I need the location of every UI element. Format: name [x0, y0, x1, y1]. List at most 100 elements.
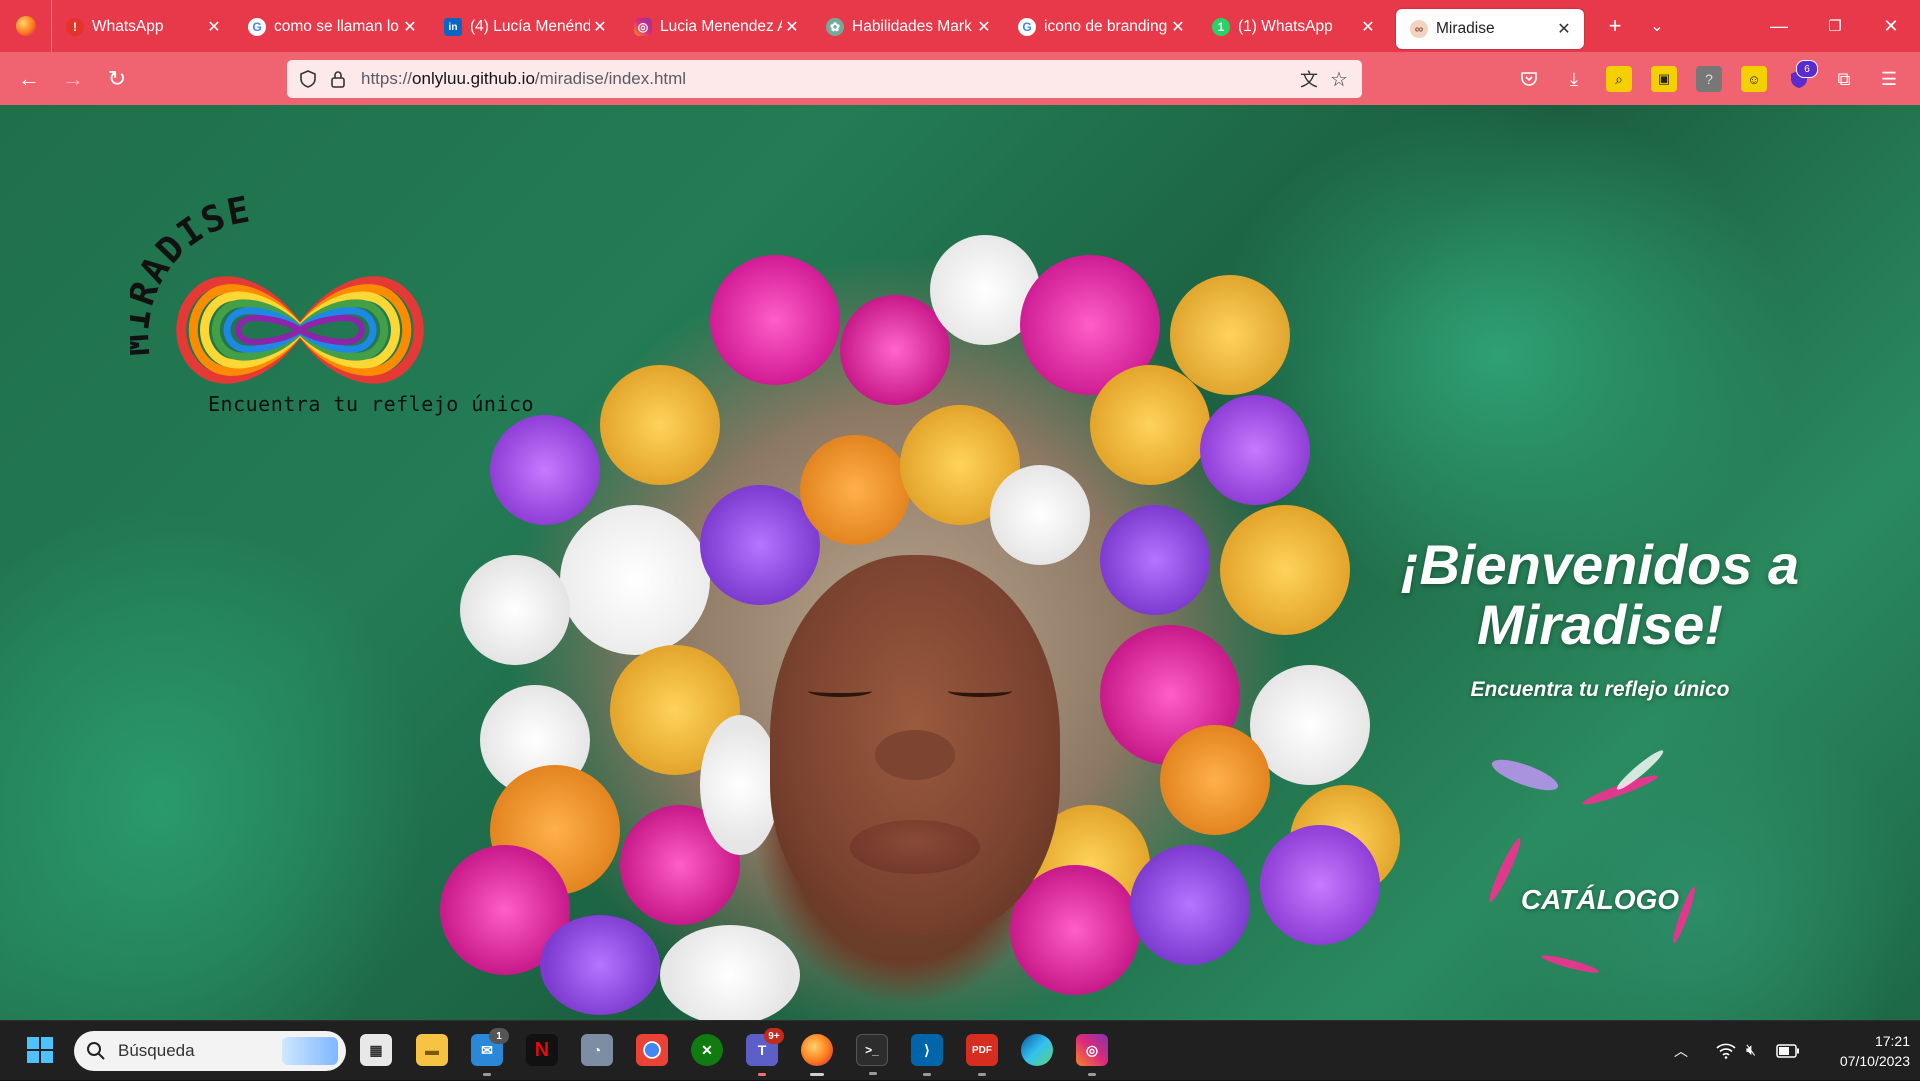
tab-whatsapp[interactable]: ! WhatsApp ✕: [52, 7, 234, 47]
google-icon: G: [1018, 18, 1036, 36]
edge-icon[interactable]: [1021, 1034, 1053, 1066]
lock-icon[interactable]: [323, 70, 353, 88]
google-icon: G: [248, 18, 266, 36]
windows-taskbar: Búsqueda ▦ ▬ ✉ 1 N ◔ ✕ T 9+ >_ ⟩ PDF ◎ ︿ 🔇…: [0, 1020, 1920, 1080]
back-arrow-icon[interactable]: ←: [10, 60, 48, 98]
linkedin-icon: in: [444, 18, 462, 36]
close-window-icon[interactable]: ✕: [1862, 0, 1920, 52]
app-icon[interactable]: ◔: [581, 1034, 613, 1066]
tab-instagram[interactable]: ◎ Lucia Menendez A ✕: [620, 7, 812, 47]
tab-linkedin[interactable]: in (4) Lucía Menénde ✕: [430, 7, 620, 47]
extension-shield-icon[interactable]: 6: [1786, 60, 1818, 92]
url-text[interactable]: https://onlyluu.github.io/miradise/index…: [361, 69, 1294, 89]
windows-start-icon[interactable]: [24, 1034, 56, 1066]
tab-close-icon[interactable]: ✕: [974, 17, 994, 37]
new-tab-icon[interactable]: +: [1594, 6, 1636, 46]
tab-close-icon[interactable]: ✕: [782, 17, 802, 37]
decorative-swoosh: [1488, 753, 1562, 797]
minimize-icon[interactable]: ―: [1750, 0, 1808, 52]
url-scheme: https://: [361, 69, 413, 88]
tab-close-icon[interactable]: ✕: [1554, 19, 1574, 39]
decorative-swoosh: [1580, 771, 1660, 809]
terminal-icon[interactable]: >_: [856, 1034, 888, 1075]
search-icon: [74, 1041, 118, 1061]
list-tabs-chevron-icon[interactable]: ⌄: [1636, 6, 1678, 46]
taskbar-search[interactable]: Búsqueda: [74, 1031, 346, 1071]
teams-icon[interactable]: T 9+: [746, 1028, 784, 1076]
tab-strip: ! WhatsApp ✕ G como se llaman lo ✕ in (4…: [0, 0, 1920, 52]
extensions-puzzle-icon[interactable]: ⧉: [1831, 66, 1857, 92]
speaker-muted-icon[interactable]: 🔇︎: [1746, 1021, 1756, 1081]
forward-arrow-icon[interactable]: →: [54, 60, 92, 98]
tracking-shield-icon[interactable]: [293, 70, 323, 88]
extension-screenshot-icon[interactable]: ▣: [1651, 66, 1677, 92]
microsoft-store-icon[interactable]: ▦: [360, 1034, 392, 1066]
extension-accessibility-icon[interactable]: ☺: [1741, 66, 1767, 92]
url-path: /miradise/index.html: [534, 69, 687, 88]
reload-icon[interactable]: ↻: [98, 60, 136, 98]
chrome-icon[interactable]: [636, 1034, 668, 1066]
tab-close-icon[interactable]: ✕: [1168, 17, 1188, 37]
tab-title: Habilidades Mark: [852, 18, 972, 35]
system-clock[interactable]: 17:21 07/10/2023: [1810, 1031, 1910, 1071]
firefox-icon[interactable]: [801, 1034, 833, 1076]
tab-close-icon[interactable]: ✕: [204, 17, 224, 37]
teams-badge: 9+: [764, 1028, 784, 1044]
clock-date: 07/10/2023: [1839, 1053, 1910, 1069]
hero-subtitle: Encuentra tu reflejo único: [1470, 678, 1730, 701]
instagram-app-icon[interactable]: ◎: [1076, 1034, 1108, 1076]
tab-close-icon[interactable]: ✕: [590, 17, 610, 37]
address-bar[interactable]: https://onlyluu.github.io/miradise/index…: [287, 60, 1362, 98]
extension-search-icon[interactable]: ⌕: [1606, 66, 1632, 92]
tab-close-icon[interactable]: ✕: [1358, 17, 1378, 37]
download-icon[interactable]: ⤓: [1561, 66, 1587, 92]
tab-title: WhatsApp: [92, 18, 164, 35]
translate-icon[interactable]: 文: [1294, 66, 1324, 92]
tab-title: (1) WhatsApp: [1238, 18, 1333, 35]
tab-title: (4) Lucía Menénde: [470, 18, 590, 35]
hero-title: ¡Bienvenidos a Miradise!: [1400, 533, 1800, 656]
portrait-face: [770, 555, 1060, 935]
url-host: onlyluu.github.io: [412, 69, 535, 88]
battery-icon[interactable]: [1776, 1021, 1800, 1081]
instagram-icon: ◎: [634, 18, 652, 36]
hamburger-menu-icon[interactable]: ☰: [1876, 66, 1902, 92]
tray-chevron-icon[interactable]: ︿: [1674, 1021, 1688, 1081]
clock-time: 17:21: [1874, 1033, 1910, 1049]
hero-section: MIRADISE Encuentra tu reflejo único ¡Bie…: [0, 105, 1920, 1020]
extension-badge: 6: [1796, 60, 1818, 78]
pdf-app-icon[interactable]: PDF: [966, 1034, 998, 1076]
whatsapp-alert-icon: !: [66, 18, 84, 36]
search-placeholder: Búsqueda: [118, 1041, 195, 1060]
vscode-icon[interactable]: ⟩: [911, 1034, 943, 1076]
logo-tagline: Encuentra tu reflejo único: [208, 392, 535, 416]
miradise-icon: ∞: [1410, 20, 1428, 38]
tab-title: Lucia Menendez A: [660, 18, 782, 35]
file-explorer-icon[interactable]: ▬: [416, 1034, 448, 1066]
navigation-bar: ← → ↻ https://onlyluu.github.io/miradise…: [0, 52, 1920, 105]
tab-google-branding[interactable]: G icono de branding ✕: [1004, 7, 1198, 47]
mail-icon[interactable]: ✉ 1: [471, 1028, 509, 1076]
tab-chatgpt[interactable]: ✿ Habilidades Mark ✕: [812, 7, 1004, 47]
tab-close-icon[interactable]: ✕: [400, 17, 420, 37]
tab-title: Miradise: [1436, 20, 1495, 37]
extension-help-icon[interactable]: ?: [1696, 66, 1722, 92]
pocket-icon[interactable]: [1516, 66, 1542, 92]
mail-badge: 1: [489, 1028, 509, 1044]
netflix-icon[interactable]: N: [526, 1034, 558, 1066]
tab-whatsapp-2[interactable]: 1 (1) WhatsApp ✕: [1198, 7, 1388, 47]
bookmark-star-icon[interactable]: ☆: [1324, 67, 1354, 92]
tab-title: como se llaman lo: [274, 18, 399, 35]
restore-icon[interactable]: ❐: [1806, 0, 1864, 52]
tab-miradise[interactable]: ∞ Miradise ✕: [1396, 9, 1584, 49]
tab-title: icono de branding: [1044, 18, 1168, 35]
xbox-icon[interactable]: ✕: [691, 1034, 723, 1066]
catalog-button[interactable]: CATÁLOGO: [1480, 865, 1720, 935]
tab-google-search[interactable]: G como se llaman lo ✕: [234, 7, 430, 47]
wifi-icon[interactable]: [1716, 1021, 1736, 1081]
rainbow-infinity-icon: [176, 276, 424, 384]
whatsapp-icon: 1: [1212, 18, 1230, 36]
chatgpt-icon: ✿: [826, 18, 844, 36]
decorative-swoosh: [1539, 952, 1601, 976]
firefox-menu-icon[interactable]: [0, 0, 52, 52]
